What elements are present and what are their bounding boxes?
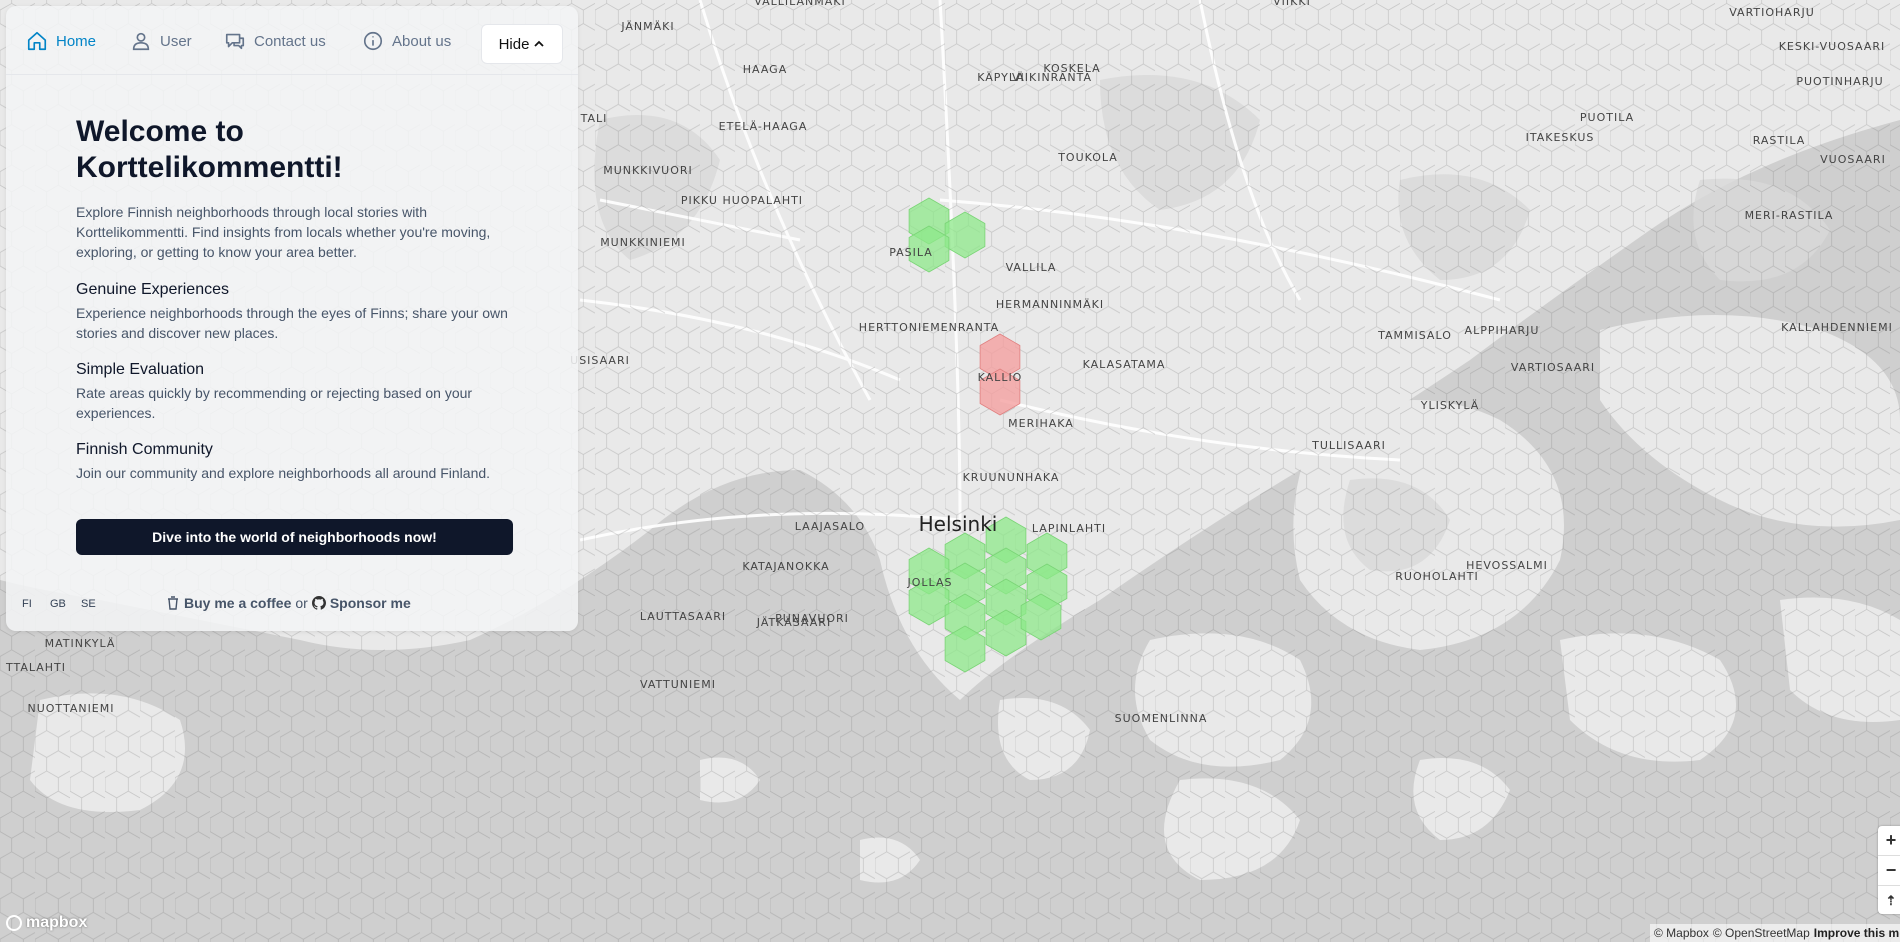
user-icon: [132, 32, 150, 51]
mapbox-logo-text: mapbox: [26, 914, 88, 931]
nav-about[interactable]: About us: [362, 28, 451, 54]
place-label: MUNKKINIEMI: [600, 236, 686, 249]
place-label: JÄNMÄKI: [620, 20, 674, 33]
home-icon: [27, 31, 47, 51]
place-label: VIIKINRANTA: [1012, 71, 1092, 84]
compass-button[interactable]: ⇡: [1878, 886, 1900, 915]
buy-coffee-label: Buy me a coffee: [184, 595, 292, 611]
place-label: LAUTTASAARI: [640, 610, 726, 623]
city-label: Helsinki: [919, 512, 998, 536]
top-nav: Home User Contact us About us Hide: [6, 6, 578, 75]
place-label: TALI: [580, 112, 608, 125]
sponsor-label: Sponsor me: [329, 595, 411, 611]
place-label: TTALAHTI: [5, 661, 66, 674]
place-label: HERTTONIEMENRANTA: [859, 321, 999, 334]
chat-icon: [225, 33, 245, 50]
place-label: ITAKESKUS: [1526, 131, 1595, 144]
feature-heading: Finnish Community: [76, 441, 213, 458]
place-label: VALLILA: [1006, 261, 1057, 274]
buy-coffee-link[interactable]: Buy me a coffee: [166, 595, 291, 611]
place-label: HAAGA: [743, 63, 787, 76]
sponsor-link[interactable]: Sponsor me: [311, 595, 411, 611]
chevron-up-icon: [534, 40, 545, 47]
nav-contact-label: Contact us: [254, 32, 326, 50]
place-label: ETELÄ-HAAGA: [719, 120, 808, 133]
place-label: PIKKU HUOPALAHTI: [681, 194, 803, 207]
place-label: KALLAHDENNIEMI: [1781, 321, 1893, 334]
place-label: TOUKOLA: [1057, 151, 1118, 164]
page-title: Welcome to Korttelikommentti!: [76, 115, 343, 184]
place-label: SUOMENLINNA: [1115, 712, 1208, 725]
mapbox-logo-mark: [6, 915, 22, 931]
place-label: VUOSAARI: [1820, 153, 1886, 166]
place-label: RASTILA: [1753, 134, 1806, 147]
place-label: PUOTINHARJU: [1796, 75, 1883, 88]
explore-button[interactable]: Dive into the world of neighborhoods now…: [76, 519, 513, 555]
place-label: HEVOSSALMI: [1466, 559, 1548, 572]
nav-about-label: About us: [392, 32, 452, 50]
place-label: KRUUNUNHAKA: [963, 471, 1060, 484]
place-label: ALPPIHARJU: [1465, 324, 1540, 337]
place-label: VATTUNIEMI: [640, 678, 716, 691]
hide-button[interactable]: Hide: [481, 24, 563, 64]
or-text: or: [295, 595, 308, 611]
place-label: KESKI-VUOSAARI: [1779, 40, 1886, 53]
place-label: PASILA: [889, 246, 933, 259]
support-links: Buy me a coffee or Sponsor me: [166, 595, 411, 611]
place-label: HERMANNINMÄKI: [996, 298, 1104, 311]
zoom-in-button[interactable]: +: [1878, 826, 1900, 856]
feature-text: Join our community and explore neighborh…: [76, 465, 491, 481]
place-label: KALASATAMA: [1083, 358, 1166, 371]
place-label: VALLILANMÄKI: [754, 0, 845, 8]
nav-home-label: Home: [56, 32, 97, 50]
feature-heading: Simple Evaluation: [76, 361, 205, 378]
place-label: USISAARI: [570, 354, 630, 367]
feature-text: Experience neighborhoods through the eye…: [76, 305, 508, 341]
feature-heading: Genuine Experiences: [76, 281, 229, 298]
github-icon: [311, 596, 326, 610]
map-attribution: © Mapbox © OpenStreetMap Improve this m: [1650, 924, 1900, 942]
lang-fi[interactable]: FI: [22, 598, 32, 610]
intro-text: Explore Finnish neighborhoods through lo…: [76, 204, 491, 260]
mapbox-attribution-link[interactable]: © Mapbox: [1654, 926, 1709, 940]
osm-attribution-link[interactable]: © OpenStreetMap: [1713, 926, 1810, 940]
place-label: KATAJANOKKA: [742, 560, 829, 573]
place-label: MUNKKIVUORI: [603, 164, 693, 177]
place-label: MERIHAKA: [1008, 417, 1074, 430]
place-label: YLISKYLÄ: [1420, 399, 1480, 412]
place-label: JÄTKÄSAARI: [756, 616, 831, 629]
hide-button-label: Hide: [498, 35, 530, 53]
zoom-controls: + − ⇡: [1878, 826, 1900, 914]
place-label: VARTIOHARJU: [1729, 6, 1815, 19]
mapbox-logo[interactable]: mapbox: [6, 914, 87, 932]
place-label: MATINKYLÄ: [45, 637, 116, 650]
lang-gb[interactable]: GB: [50, 598, 66, 610]
place-label: KALLIO: [978, 371, 1023, 384]
nav-user[interactable]: User: [130, 28, 192, 54]
coffee-cup-icon: [168, 596, 178, 610]
place-label: VARTIOSAARI: [1511, 361, 1595, 374]
place-label: TAMMISALO: [1377, 329, 1452, 342]
nav-home[interactable]: Home: [26, 28, 96, 54]
nav-contact[interactable]: Contact us: [224, 28, 326, 54]
place-label: LAPINLAHTI: [1032, 522, 1106, 535]
info-icon: [363, 31, 383, 51]
feature-text: Rate areas quickly by recommending or re…: [76, 385, 473, 421]
place-label: LAAJASALO: [795, 520, 865, 533]
lang-se[interactable]: SE: [81, 598, 96, 610]
place-label: NUOTTANIEMI: [27, 702, 114, 715]
nav-user-label: User: [160, 32, 192, 50]
place-label: MERI-RASTILA: [1745, 209, 1834, 222]
place-label: JOLLAS: [907, 576, 953, 589]
place-label: PUOTILA: [1580, 111, 1634, 124]
zoom-out-button[interactable]: −: [1878, 856, 1900, 886]
place-label: TULLISAARI: [1311, 439, 1386, 452]
welcome-panel: Home User Contact us About us Hide Welco…: [6, 6, 578, 631]
improve-map-link[interactable]: Improve this m: [1814, 926, 1899, 940]
place-label: VIIKKI: [1273, 0, 1311, 8]
